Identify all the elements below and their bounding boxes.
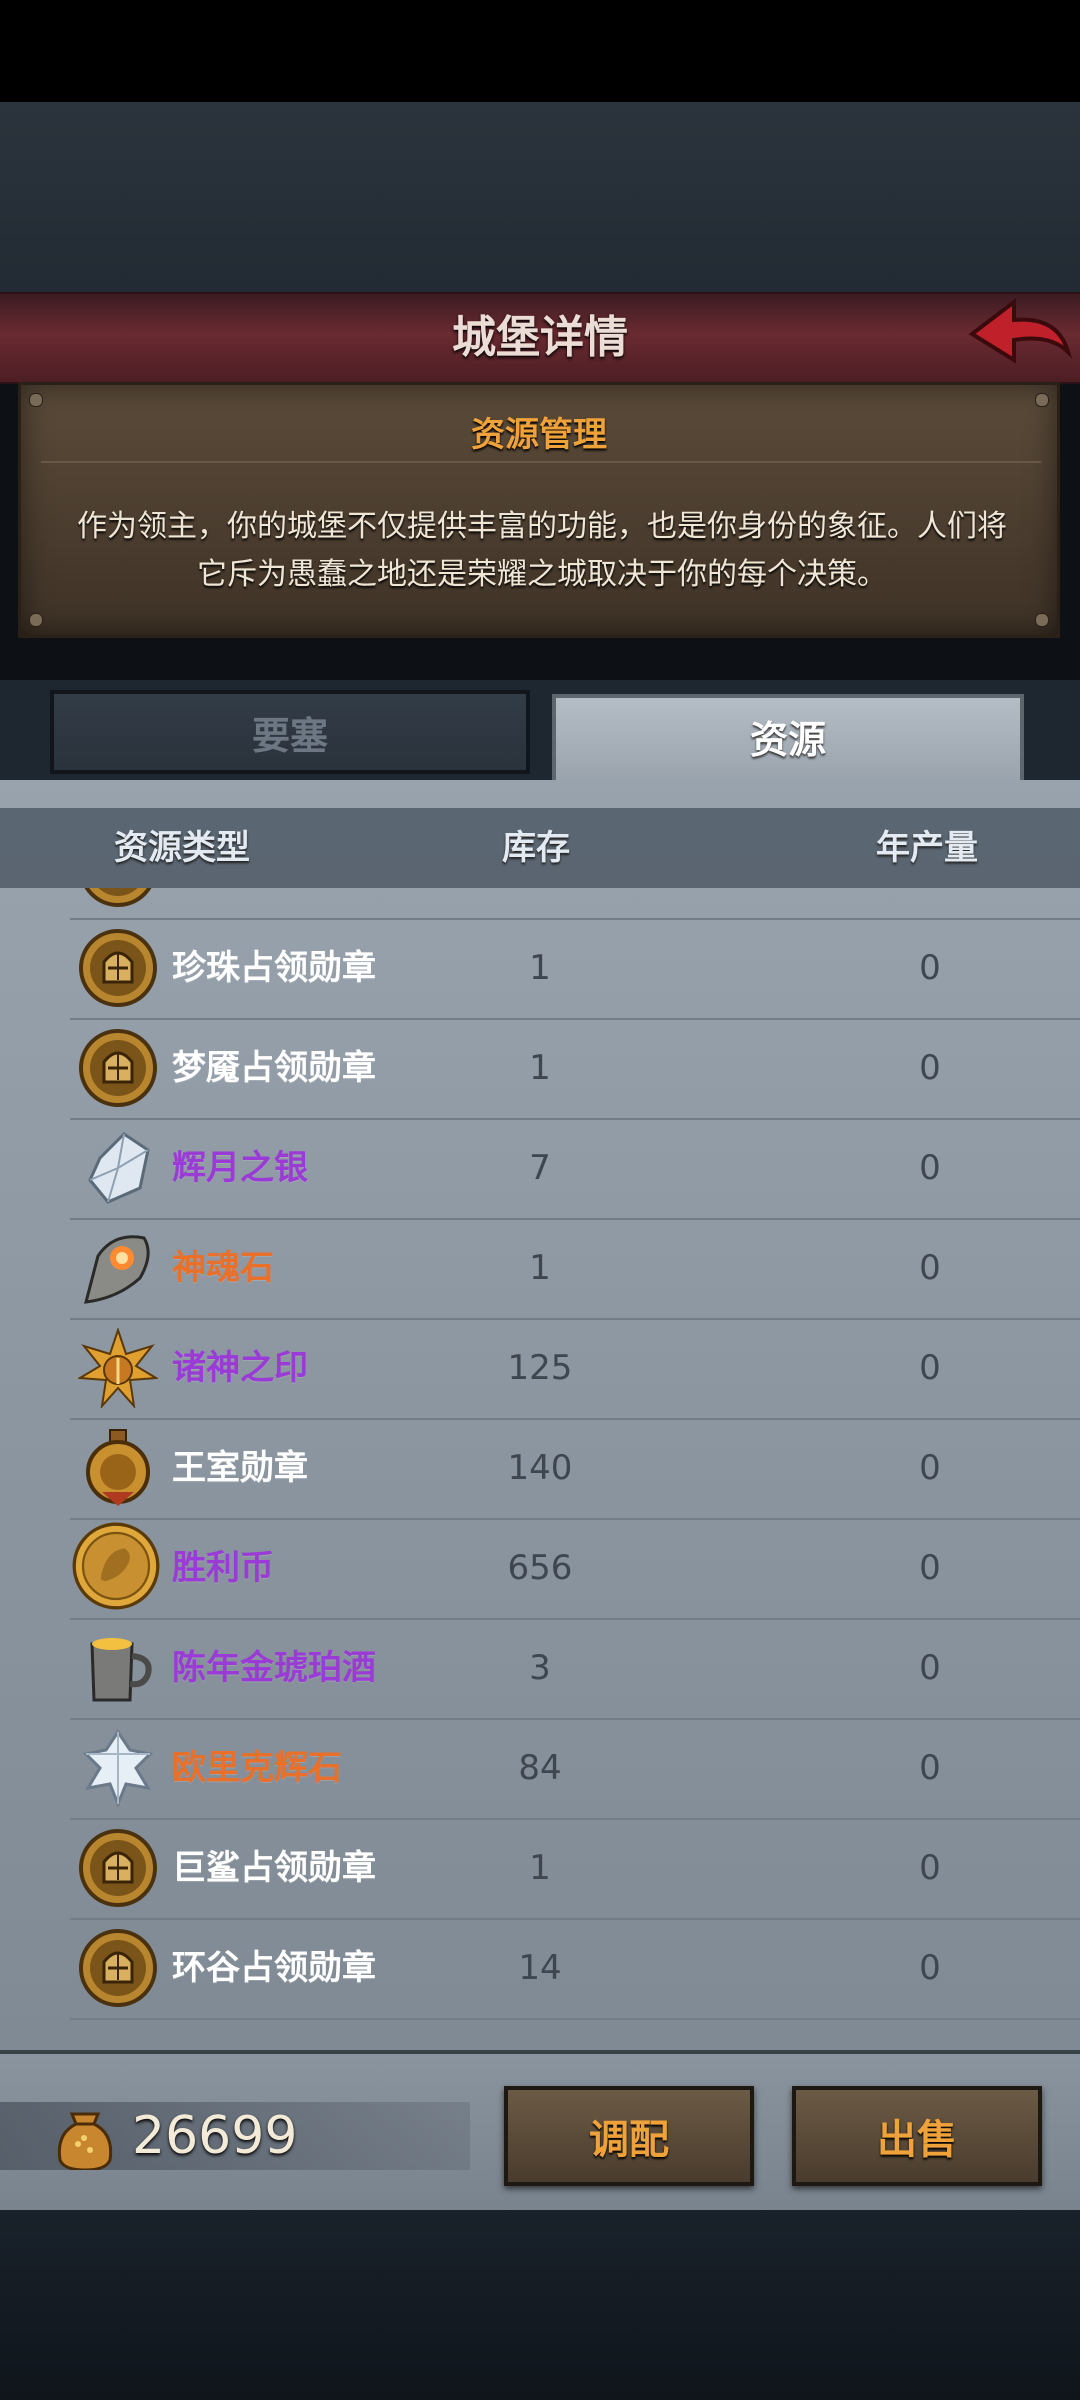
column-header-stock: 库存 <box>502 828 570 868</box>
resource-annual: 0 <box>919 1448 941 1488</box>
resource-stock <box>470 888 610 918</box>
back-arrow-icon <box>968 297 1072 364</box>
footer-backdrop <box>0 2210 1080 2400</box>
resource-annual: 0 <box>919 1848 941 1888</box>
resource-annual: 0 <box>919 1348 941 1388</box>
resource-stock: 84 <box>518 1748 562 1788</box>
header-backdrop <box>0 102 1080 292</box>
resource-name: 王室勋章 <box>172 1448 308 1488</box>
resource-annual: 0 <box>919 1148 941 1188</box>
resource-stock: 1 <box>529 948 551 988</box>
table-row[interactable] <box>70 888 1080 920</box>
helmet-medal-icon <box>84 888 152 907</box>
table-row[interactable]: 环谷占领勋章 14 0 <box>70 1918 1080 2020</box>
helmet-medal-icon <box>79 1029 157 1107</box>
resource-annual <box>890 888 970 918</box>
bolt-decoration <box>29 613 43 627</box>
royal-medal-icon <box>86 1429 150 1506</box>
resource-name: 巨鲨占领勋章 <box>172 1848 376 1888</box>
table-row[interactable]: 巨鲨占领勋章 1 0 <box>70 1818 1080 1920</box>
table-row[interactable]: 神魂石 1 0 <box>70 1218 1080 1320</box>
resource-stock: 656 <box>507 1548 573 1588</box>
victory-coin-icon <box>72 1522 160 1610</box>
resource-name: 胜利币 <box>172 1548 274 1588</box>
resource-name: 欧里克辉石 <box>172 1748 342 1788</box>
info-heading: 资源管理 <box>471 415 607 455</box>
info-divider <box>41 461 1041 463</box>
info-description: 作为领主，你的城堡不仅提供丰富的功能，也是你身份的象征。人们将 它斥为愚蠢之地还… <box>61 503 1023 599</box>
resource-list[interactable]: 珍珠占领勋章 1 0 梦魇占领勋章 1 0 辉月之银 7 0 神魂石 1 0 诸… <box>0 888 1080 2048</box>
resource-annual: 0 <box>919 1048 941 1088</box>
resource-stock: 1 <box>529 1248 551 1288</box>
sell-button[interactable]: 出售 <box>792 2086 1042 2186</box>
gold-sack-icon <box>57 2112 113 2170</box>
resource-stock: 1 <box>529 1048 551 1088</box>
resource-annual: 0 <box>919 1248 941 1288</box>
info-line-2: 它斥为愚蠢之地还是荣耀之城取决于你的每个决策。 <box>197 557 887 592</box>
helmet-medal-icon <box>79 929 157 1007</box>
title-bar: 城堡详情 <box>0 292 1080 384</box>
resource-stock: 1 <box>529 1848 551 1888</box>
resource-name: 陈年金琥珀酒 <box>172 1648 376 1688</box>
bolt-decoration <box>1035 613 1049 627</box>
table-row[interactable]: 胜利币 656 0 <box>70 1518 1080 1620</box>
resource-stock: 7 <box>529 1148 551 1188</box>
resource-stock: 140 <box>507 1448 573 1488</box>
table-row[interactable]: 王室勋章 140 0 <box>70 1418 1080 1520</box>
resource-name: 珍珠占领勋章 <box>172 948 376 988</box>
gold-amount: 26699 <box>132 2106 298 2166</box>
resource-name: 诸神之印 <box>172 1348 308 1388</box>
crystal-shard-icon <box>82 1729 154 1808</box>
soul-stone-icon <box>83 1235 150 1304</box>
resource-name: 梦魇占领勋章 <box>172 1048 376 1088</box>
column-header-type: 资源类型 <box>114 828 250 868</box>
bolt-decoration <box>1035 393 1049 407</box>
table-row[interactable]: 梦魇占领勋章 1 0 <box>70 1018 1080 1120</box>
table-row[interactable]: 诸神之印 125 0 <box>70 1318 1080 1420</box>
bolt-decoration <box>29 393 43 407</box>
sun-seal-icon <box>78 1328 158 1408</box>
tab-resources[interactable]: 资源 <box>552 694 1024 782</box>
resource-name: 神魂石 <box>172 1248 274 1288</box>
resource-stock: 125 <box>507 1348 573 1388</box>
tab-fortress[interactable]: 要塞 <box>50 690 530 774</box>
page-title: 城堡详情 <box>452 312 628 363</box>
resource-annual: 0 <box>919 1948 941 1988</box>
table-row[interactable]: 辉月之银 7 0 <box>70 1118 1080 1220</box>
adjust-button[interactable]: 调配 <box>504 2086 754 2186</box>
column-header-annual: 年产量 <box>876 828 978 868</box>
amber-mug-icon <box>90 1638 152 1702</box>
table-row[interactable]: 欧里克辉石 84 0 <box>70 1718 1080 1820</box>
back-button[interactable] <box>966 296 1076 372</box>
info-line-1: 作为领主，你的城堡不仅提供丰富的功能，也是你身份的象征。人们将 <box>77 509 1007 544</box>
resource-annual: 0 <box>919 1648 941 1688</box>
resource-stock: 3 <box>529 1648 551 1688</box>
table-row[interactable]: 陈年金琥珀酒 3 0 <box>70 1618 1080 1720</box>
helmet-medal-icon <box>79 1929 157 2007</box>
status-bar <box>0 0 1080 102</box>
resource-annual: 0 <box>919 1548 941 1588</box>
resource-annual: 0 <box>919 1748 941 1788</box>
resource-name: 环谷占领勋章 <box>172 1948 376 1988</box>
silver-crystal-icon <box>88 1132 150 1204</box>
resource-name: 辉月之银 <box>172 1148 308 1188</box>
info-panel: 资源管理 作为领主，你的城堡不仅提供丰富的功能，也是你身份的象征。人们将 它斥为… <box>18 382 1060 638</box>
resource-stock: 14 <box>518 1948 562 1988</box>
resource-annual: 0 <box>919 948 941 988</box>
table-row[interactable]: 珍珠占领勋章 1 0 <box>70 918 1080 1020</box>
helmet-medal-icon <box>79 1829 157 1907</box>
